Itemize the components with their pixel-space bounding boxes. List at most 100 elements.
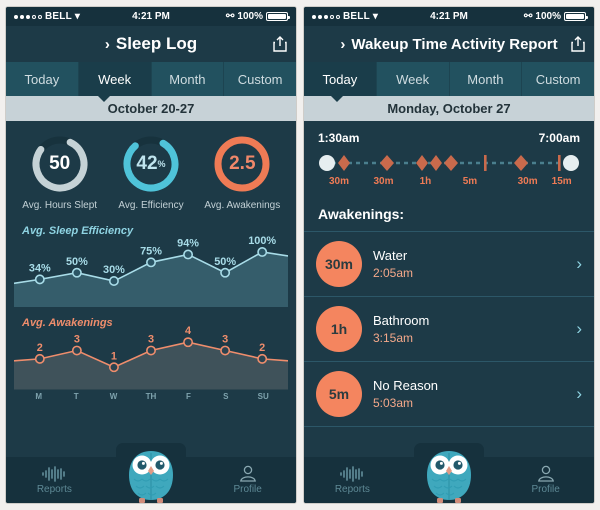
svg-text:3: 3 xyxy=(74,334,80,346)
svg-text:1: 1 xyxy=(111,351,117,363)
gauge-efficiency-label: Avg. Efficiency xyxy=(118,200,184,211)
chevron-right-icon[interactable]: › xyxy=(576,254,582,274)
left-bottom-tab-bar: Reports Profile xyxy=(6,443,296,503)
awakening-row[interactable]: 30m Water 2:05am › xyxy=(304,232,594,297)
awakening-text: No Reason 5:03am xyxy=(373,377,565,411)
share-icon[interactable] xyxy=(273,36,287,52)
svg-text:30%: 30% xyxy=(103,264,125,276)
gauge-efficiency-number: 42 xyxy=(136,153,158,174)
chevron-right-icon[interactable]: › xyxy=(576,384,582,404)
tab-today[interactable]: Today xyxy=(6,62,79,96)
svg-text:34%: 34% xyxy=(29,262,51,274)
chevron-right-icon[interactable]: › xyxy=(576,319,582,339)
timeline-mark-3: 5m xyxy=(462,176,478,187)
page-title: › Sleep Log xyxy=(105,34,197,54)
battery-full-icon xyxy=(564,12,588,21)
gauge-efficiency-value: 42% xyxy=(120,133,182,195)
awakening-duration-badge: 5m xyxy=(316,371,362,417)
active-tab-caret xyxy=(330,95,345,102)
awakening-row[interactable]: 5m No Reason 5:03am › xyxy=(304,362,594,427)
timeline-mark-4: 30m xyxy=(517,176,538,187)
awakening-time: 2:05am xyxy=(373,265,414,280)
status-bar-right: BELL ▾ 4:21 PM ⚯ 100% xyxy=(304,7,594,26)
person-icon xyxy=(239,465,256,482)
tab-today[interactable]: Today xyxy=(304,62,377,96)
gauge-hours-value: 50 xyxy=(49,153,71,174)
svg-text:50%: 50% xyxy=(214,256,236,268)
timeline-start-time: 1:30am xyxy=(318,131,360,145)
awakenings-chart-title: Avg. Awakenings xyxy=(22,317,113,330)
sleep-efficiency-chart-title: Avg. Sleep Efficiency xyxy=(22,225,134,237)
tabbar-item-reports[interactable]: Reports xyxy=(304,465,401,495)
owl-icon xyxy=(427,451,471,503)
tabbar-item-profile[interactable]: Profile xyxy=(199,465,296,495)
svg-text:2: 2 xyxy=(37,342,43,354)
right-content: 1:30am 7:00am 30m 30m 1h 5m 30m 15m Awak… xyxy=(304,121,594,457)
person-icon xyxy=(537,465,554,482)
chevron-right-icon[interactable]: › xyxy=(340,36,345,53)
timeline-end-time: 7:00am xyxy=(538,131,580,145)
right-date-band: Monday, October 27 xyxy=(304,95,594,121)
tab-month-label: Month xyxy=(467,71,504,87)
tabbar-item-reports[interactable]: Reports xyxy=(6,465,103,495)
tab-custom[interactable]: Custom xyxy=(224,62,296,96)
day-label-5: S xyxy=(223,391,229,401)
tab-week[interactable]: Week xyxy=(78,62,152,96)
gauge-awakenings: 2.5 Avg. Awakenings xyxy=(197,133,288,211)
day-label-0: M xyxy=(35,391,43,401)
right-nav-bar: › Wakeup Time Activity Report xyxy=(304,26,594,62)
tabbar-reports-label: Reports xyxy=(334,483,370,495)
left-content: 50 Avg. Hours Slept 42% Avg. Efficiency … xyxy=(6,121,296,457)
timeline-mark-5: 15m xyxy=(551,176,572,187)
awakening-reason: Water xyxy=(373,248,408,264)
tab-today-label: Today xyxy=(322,71,358,87)
timeline-duration-labels: 30m 30m 1h 5m 30m 15m xyxy=(318,176,580,188)
right-bottom-tab-bar: Reports Profile xyxy=(304,443,594,503)
status-bar: BELL ▾ 4:21 PM ⚯ 100% xyxy=(6,7,296,26)
tab-week[interactable]: Week xyxy=(377,62,450,96)
tab-custom-label: Custom xyxy=(237,71,283,87)
tab-custom-label: Custom xyxy=(535,71,581,87)
gauge-ring-awakenings: 2.5 xyxy=(211,133,273,195)
left-segmented-tabs: Today Week Month Custom xyxy=(6,62,296,96)
tab-month[interactable]: Month xyxy=(152,62,225,96)
tabbar-reports-label: Reports xyxy=(36,483,72,495)
page-title: › Wakeup Time Activity Report xyxy=(340,36,557,53)
tabbar-profile-label: Profile xyxy=(233,484,262,495)
awakening-time: 3:15am xyxy=(373,330,414,345)
left-nav-bar: › Sleep Log xyxy=(6,26,296,62)
timeline-section: 1:30am 7:00am 30m 30m 1h 5m 30m 15m xyxy=(304,121,594,196)
tabbar-item-profile[interactable]: Profile xyxy=(497,465,594,495)
owl-button[interactable] xyxy=(414,443,484,503)
timeline-mark-1: 30m xyxy=(373,176,394,187)
gauge-ring-hours: 50 xyxy=(29,133,91,195)
date-range-label: October 20-27 xyxy=(107,101,195,116)
day-label-4: F xyxy=(185,391,191,401)
day-label-3: TH xyxy=(145,391,157,401)
battery-percent-label: 100% xyxy=(535,11,561,22)
screenshot-root: BELL ▾ 4:21 PM ⚯ 100% › Sleep Log Today xyxy=(0,0,600,510)
day-label-6: SU xyxy=(257,391,269,401)
gauge-ring-efficiency: 42% xyxy=(120,133,182,195)
awakening-row[interactable]: 1h Bathroom 3:15am › xyxy=(304,297,594,362)
chevron-right-icon[interactable]: › xyxy=(105,36,110,53)
day-label-1: T xyxy=(73,391,79,401)
awakenings-chart: Avg. Awakenings 2 3 1 3 4 3 2 xyxy=(14,314,288,390)
awakening-text: Water 2:05am xyxy=(373,247,565,281)
right-phone-screen: BELL ▾ 4:21 PM ⚯ 100% › Wakeup Time Acti… xyxy=(303,6,595,504)
owl-button[interactable] xyxy=(116,443,186,503)
timeline-track[interactable] xyxy=(318,153,580,173)
svg-text:94%: 94% xyxy=(177,238,199,250)
svg-text:3: 3 xyxy=(148,334,154,346)
awakening-duration-badge: 1h xyxy=(316,306,362,352)
timeline-graphic xyxy=(319,155,579,171)
svg-text:100%: 100% xyxy=(248,235,276,247)
page-title-text: Sleep Log xyxy=(115,34,198,53)
tab-custom[interactable]: Custom xyxy=(522,62,594,96)
tab-month-label: Month xyxy=(169,71,206,87)
awakening-duration-badge: 30m xyxy=(316,241,362,287)
share-icon[interactable] xyxy=(571,36,585,52)
tab-month[interactable]: Month xyxy=(450,62,523,96)
awakening-reason: No Reason xyxy=(373,378,439,394)
battery-full-icon xyxy=(266,12,290,21)
